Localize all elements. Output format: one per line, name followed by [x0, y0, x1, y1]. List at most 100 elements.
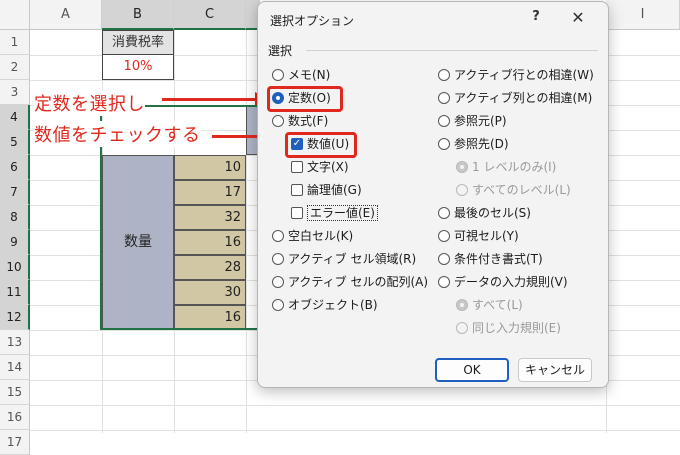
radio-icon	[272, 253, 284, 265]
option-formulas[interactable]: 数式(F)	[272, 112, 328, 130]
radio-disabled-icon	[456, 322, 468, 334]
option-current-array[interactable]: アクティブ セルの配列(A)	[272, 273, 428, 291]
option-label: 数値(U)	[307, 137, 350, 151]
option-visible-cells[interactable]: 可視セル(Y)	[438, 227, 519, 245]
cell-b1-tax-rate-label[interactable]: 消費税率	[102, 30, 174, 55]
option-blanks[interactable]: 空白セル(K)	[272, 227, 353, 245]
row-header-1[interactable]: 1	[0, 30, 30, 55]
checkbox-numbers[interactable]: ✓ 数値(U)	[291, 135, 349, 153]
checkbox-logicals[interactable]: 論理値(G)	[291, 181, 362, 199]
radio-disabled-selected-icon	[456, 299, 468, 311]
select-all-corner[interactable]	[0, 0, 30, 30]
cancel-button[interactable]: キャンセル	[518, 358, 592, 382]
checkbox-icon	[291, 207, 303, 219]
option-label: エラー値(E)	[307, 205, 378, 221]
option-all-levels[interactable]: すべてのレベル(L)	[456, 181, 571, 199]
radio-icon	[272, 276, 284, 288]
option-label: 定数(O)	[288, 91, 331, 105]
option-label: アクティブ列との相違(M)	[454, 91, 593, 105]
radio-icon	[438, 230, 450, 242]
option-label: オブジェクト(B)	[288, 298, 378, 312]
radio-icon	[438, 115, 450, 127]
quantity-cell[interactable]: 16	[174, 305, 246, 330]
radio-icon	[438, 138, 450, 150]
column-header-c[interactable]: C	[174, 0, 246, 30]
option-label: 同じ入力規則(E)	[472, 321, 561, 335]
row-header-15[interactable]: 15	[0, 380, 30, 405]
quantity-cell[interactable]: 16	[174, 230, 246, 255]
radio-icon	[272, 115, 284, 127]
option-validation-same[interactable]: 同じ入力規則(E)	[456, 319, 561, 337]
row-header-10[interactable]: 10	[0, 255, 30, 280]
checkmark-icon: ✓	[291, 138, 303, 150]
option-label: 文字(X)	[307, 160, 349, 174]
row-header-7[interactable]: 7	[0, 180, 30, 205]
cell-quantity-label[interactable]: 数量	[102, 155, 174, 330]
row-header-4[interactable]: 4	[0, 105, 30, 130]
quantity-cell[interactable]: 30	[174, 280, 246, 305]
dialog-title: 選択オプション	[270, 14, 355, 28]
row-header-17[interactable]: 17	[0, 430, 30, 455]
row-header-8[interactable]: 8	[0, 205, 30, 230]
close-icon[interactable]: ✕	[569, 8, 587, 27]
option-dependents[interactable]: 参照先(D)	[438, 135, 509, 153]
option-column-differences[interactable]: アクティブ列との相違(M)	[438, 89, 592, 107]
checkbox-errors[interactable]: エラー値(E)	[291, 204, 378, 222]
option-label: 最後のセル(S)	[454, 206, 531, 220]
row-header-9[interactable]: 9	[0, 230, 30, 255]
annotation-select-constants: 定数を選択し	[34, 90, 145, 116]
row-header-16[interactable]: 16	[0, 405, 30, 430]
row-header-11[interactable]: 11	[0, 280, 30, 305]
radio-icon	[272, 69, 284, 81]
annotation-arrow-1-line	[162, 98, 256, 101]
quantity-cell[interactable]: 10	[174, 155, 246, 180]
option-label: 空白セル(K)	[288, 229, 354, 243]
option-label: アクティブ行との相違(W)	[454, 68, 594, 82]
annotation-check-numbers: 数値をチェックする	[34, 121, 201, 147]
option-label: 可視セル(Y)	[454, 229, 519, 243]
radio-icon	[272, 230, 284, 242]
option-constants[interactable]: 定数(O)	[272, 89, 331, 107]
option-label: アクティブ セル領域(R)	[288, 252, 417, 266]
option-label: データの入力規則(V)	[454, 275, 568, 289]
option-validation-all[interactable]: すべて(L)	[456, 296, 523, 314]
column-header-a[interactable]: A	[30, 0, 102, 30]
option-precedents[interactable]: 参照元(P)	[438, 112, 507, 130]
row-header-13[interactable]: 13	[0, 330, 30, 355]
row-header-12[interactable]: 12	[0, 305, 30, 330]
quantity-cell[interactable]: 32	[174, 205, 246, 230]
option-label: 1 レベルのみ(I)	[472, 160, 557, 174]
row-header-5[interactable]: 5	[0, 130, 30, 155]
help-icon[interactable]: ?	[528, 9, 544, 27]
option-current-region[interactable]: アクティブ セル領域(R)	[272, 250, 416, 268]
option-row-differences[interactable]: アクティブ行との相違(W)	[438, 66, 594, 84]
column-header-b[interactable]: B	[102, 0, 174, 30]
option-label: 参照元(P)	[454, 114, 507, 128]
option-objects[interactable]: オブジェクト(B)	[272, 296, 378, 314]
option-label: 条件付き書式(T)	[454, 252, 543, 266]
option-data-validation[interactable]: データの入力規則(V)	[438, 273, 568, 291]
row-header-2[interactable]: 2	[0, 55, 30, 80]
radio-icon	[438, 276, 450, 288]
checkbox-icon	[291, 161, 303, 173]
cell-b2-tax-rate-value[interactable]: 10%	[102, 55, 174, 80]
option-memo[interactable]: メモ(N)	[272, 66, 330, 84]
radio-icon	[438, 92, 450, 104]
quantity-cell[interactable]: 17	[174, 180, 246, 205]
checkbox-text[interactable]: 文字(X)	[291, 158, 349, 176]
column-header-i[interactable]: I	[606, 0, 680, 30]
radio-disabled-selected-icon	[456, 161, 468, 173]
option-label: すべてのレベル(L)	[472, 183, 571, 197]
option-label: 論理値(G)	[307, 183, 362, 197]
quantity-cell[interactable]: 28	[174, 255, 246, 280]
row-header-3[interactable]: 3	[0, 80, 30, 105]
ok-button[interactable]: OK	[435, 358, 509, 382]
option-conditional-formats[interactable]: 条件付き書式(T)	[438, 250, 543, 268]
option-last-cell[interactable]: 最後のセル(S)	[438, 204, 531, 222]
row-header-6[interactable]: 6	[0, 155, 30, 180]
radio-disabled-icon	[456, 184, 468, 196]
radio-icon	[438, 253, 450, 265]
option-direct-only[interactable]: 1 レベルのみ(I)	[456, 158, 556, 176]
row-header-14[interactable]: 14	[0, 355, 30, 380]
group-divider	[306, 50, 598, 51]
